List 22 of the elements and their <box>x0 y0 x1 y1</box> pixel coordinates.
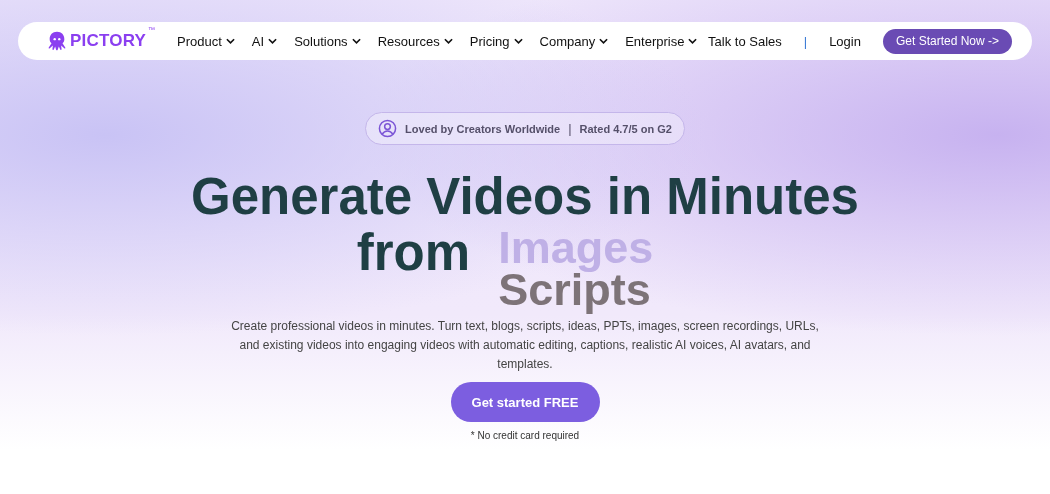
nav-menu-item[interactable]: Enterprise <box>625 33 698 49</box>
user-icon <box>378 119 398 138</box>
octopus-logo-icon <box>46 30 68 52</box>
nav-menu-item[interactable]: Solutions <box>294 33 361 49</box>
talk-to-sales-link[interactable]: Talk to Sales <box>708 33 782 49</box>
badge-text: Loved by Creators Worldwide <box>405 122 561 135</box>
hero-headline: from <box>356 227 471 279</box>
nav-menu-item[interactable]: Product <box>177 33 235 49</box>
get-started-free-button[interactable]: Get started FREE <box>450 382 600 422</box>
brand-name[interactable]: PICTORY <box>70 31 147 51</box>
nav-menu-item[interactable]: Resources <box>377 33 453 49</box>
separator: | <box>568 121 572 136</box>
hero-headline: Generate Videos in Minutes <box>191 167 859 227</box>
rating-text: Rated 4.7/5 on G2 <box>579 122 672 135</box>
hero-description: Create professional videos in minutes. Turn text, blogs, scripts, ideas, PPTs, images, screen recordings, URLs, and existing videos into engaging videos with automatic editing, captions, realistic AI voices, AI avatars, and templates. <box>230 318 820 373</box>
login-link[interactable]: Login <box>829 33 861 49</box>
nav-menu-item[interactable]: Company <box>539 33 609 49</box>
nav-menu-item[interactable]: Pricing <box>469 33 523 49</box>
no-credit-card-note: * No credit card required <box>470 430 580 441</box>
get-started-button[interactable]: Get Started Now -> <box>882 28 1012 54</box>
separator: | <box>803 33 808 49</box>
nav-menu-item[interactable]: AI <box>251 33 278 49</box>
